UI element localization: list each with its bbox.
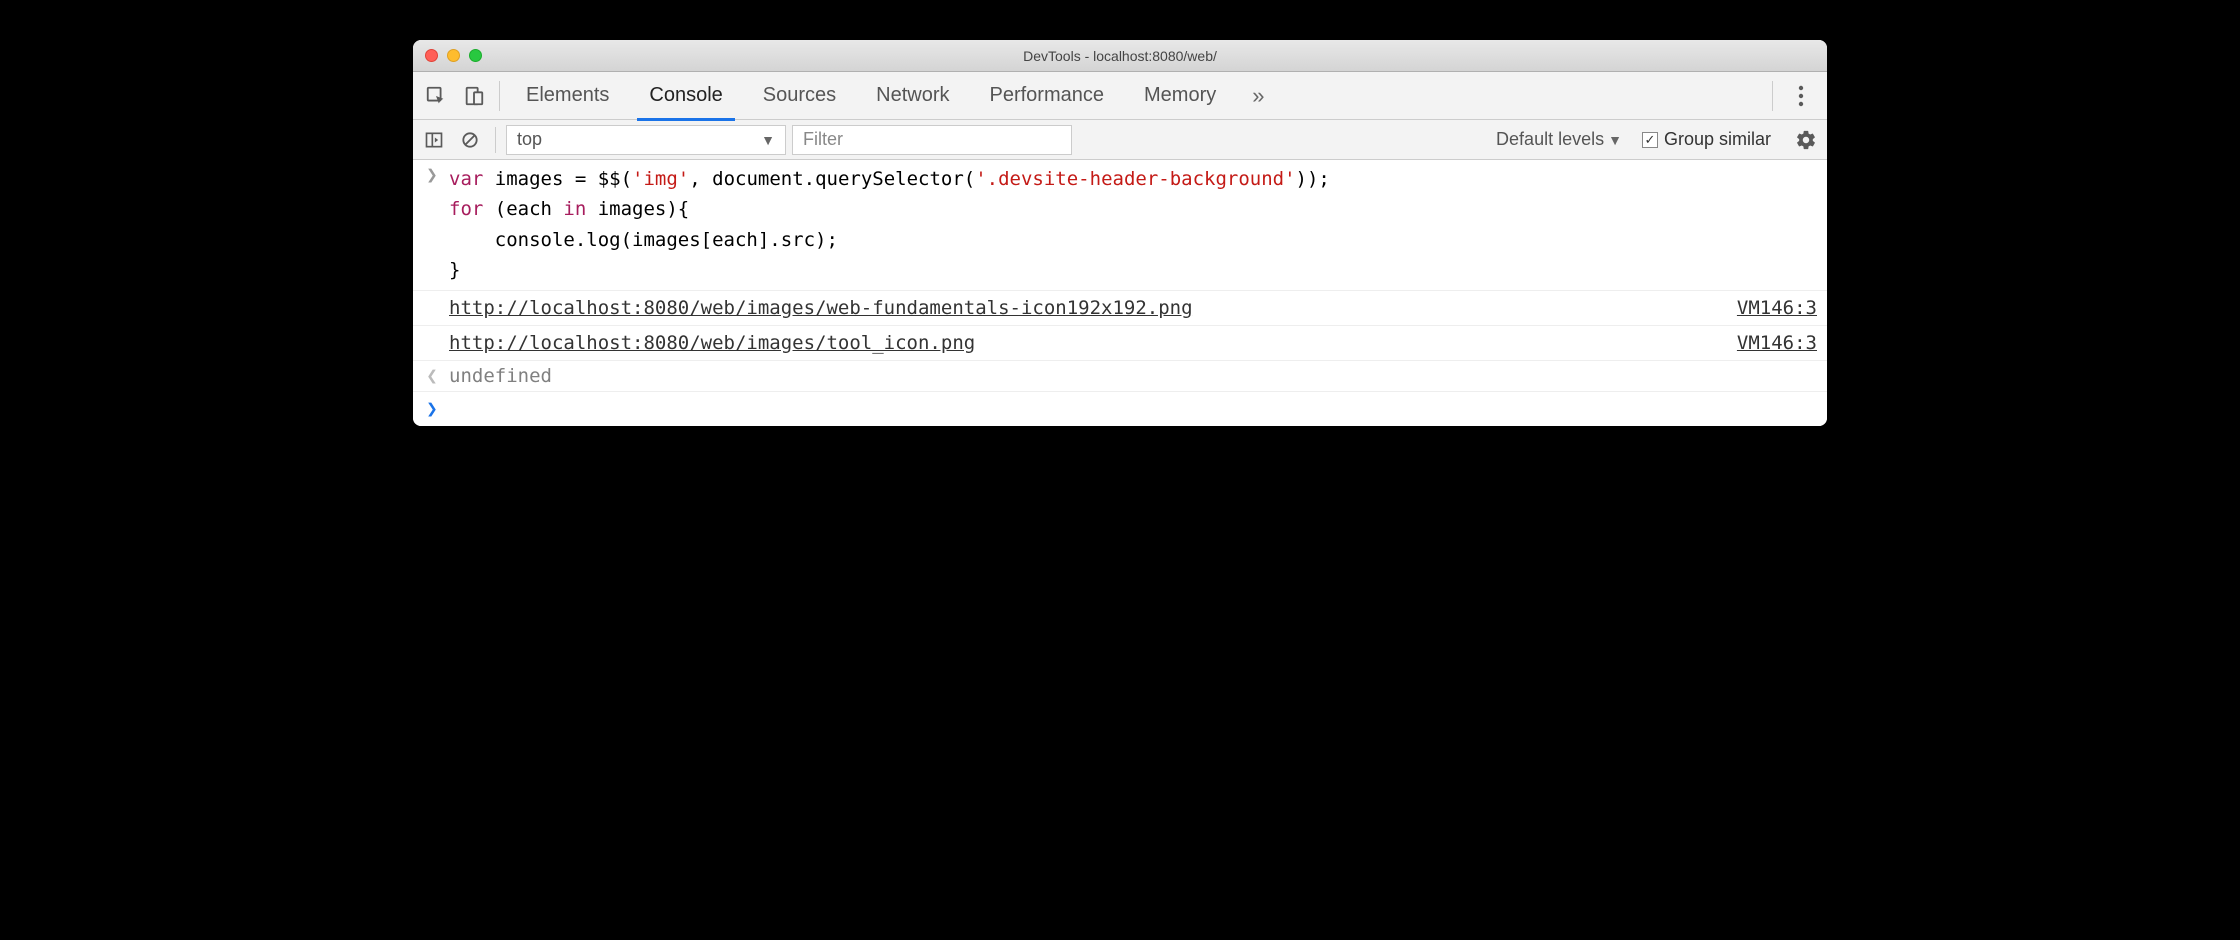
- inspect-element-icon[interactable]: [417, 72, 455, 120]
- separator: [1772, 81, 1773, 111]
- separator: [495, 127, 496, 153]
- log-message[interactable]: http://localhost:8080/web/images/tool_ic…: [449, 332, 975, 354]
- chevron-down-icon: ▼: [1608, 132, 1622, 148]
- log-levels-selector[interactable]: Default levels ▼: [1496, 129, 1622, 150]
- code-content[interactable]: var images = $$('img', document.querySel…: [449, 164, 1817, 286]
- console-input-echo: ❯ var images = $$('img', document.queryS…: [413, 160, 1827, 291]
- maximize-window-button[interactable]: [469, 49, 482, 62]
- tab-memory[interactable]: Memory: [1124, 72, 1236, 120]
- prompt-marker-icon: ❯: [423, 398, 441, 420]
- tab-console[interactable]: Console: [629, 72, 742, 120]
- titlebar: DevTools - localhost:8080/web/: [413, 40, 1827, 72]
- group-similar-checkbox[interactable]: ✓ Group similar: [1642, 129, 1771, 150]
- tab-label: Memory: [1144, 84, 1216, 107]
- return-value: undefined: [449, 365, 552, 387]
- console-log-row: http://localhost:8080/web/images/tool_ic…: [413, 326, 1827, 361]
- devtools-window: DevTools - localhost:8080/web/ Elements …: [413, 40, 1827, 426]
- tab-label: Console: [649, 84, 722, 107]
- output-marker-icon: ❮: [423, 365, 441, 387]
- console-prompt-row[interactable]: ❯: [413, 392, 1827, 426]
- chevron-down-icon: ▼: [761, 132, 775, 148]
- tab-label: Elements: [526, 84, 609, 107]
- input-marker-icon: ❯: [423, 164, 441, 186]
- checkbox-icon: ✓: [1642, 132, 1658, 148]
- log-message[interactable]: http://localhost:8080/web/images/web-fun…: [449, 297, 1193, 319]
- filter-input[interactable]: [792, 125, 1072, 155]
- console-output: ❯ var images = $$('img', document.queryS…: [413, 160, 1827, 426]
- execution-context-selector[interactable]: top ▼: [506, 125, 786, 155]
- console-return-row: ❮ undefined: [413, 361, 1827, 392]
- main-toolbar: Elements Console Sources Network Perform…: [413, 72, 1827, 120]
- more-tabs-button[interactable]: »: [1236, 72, 1280, 120]
- traffic-lights: [413, 49, 482, 62]
- log-source-link[interactable]: VM146:3: [1737, 332, 1817, 354]
- log-source-link[interactable]: VM146:3: [1737, 297, 1817, 319]
- device-toggle-icon[interactable]: [455, 72, 493, 120]
- tab-sources[interactable]: Sources: [743, 72, 856, 120]
- tab-network[interactable]: Network: [856, 72, 969, 120]
- clear-console-icon[interactable]: [455, 125, 485, 155]
- tab-performance[interactable]: Performance: [970, 72, 1125, 120]
- tab-label: Performance: [990, 84, 1105, 107]
- levels-label: Default levels: [1496, 129, 1604, 150]
- close-window-button[interactable]: [425, 49, 438, 62]
- tab-label: Sources: [763, 84, 836, 107]
- tab-elements[interactable]: Elements: [506, 72, 629, 120]
- settings-menu-button[interactable]: [1779, 85, 1823, 107]
- minimize-window-button[interactable]: [447, 49, 460, 62]
- context-label: top: [517, 129, 542, 150]
- window-title: DevTools - localhost:8080/web/: [413, 48, 1827, 64]
- panel-tabs: Elements Console Sources Network Perform…: [506, 72, 1766, 120]
- console-toolbar: top ▼ Default levels ▼ ✓ Group similar: [413, 120, 1827, 160]
- console-log-row: http://localhost:8080/web/images/web-fun…: [413, 291, 1827, 326]
- checkbox-label: Group similar: [1664, 129, 1771, 150]
- tab-label: Network: [876, 84, 949, 107]
- console-settings-icon[interactable]: [1791, 125, 1821, 155]
- separator: [499, 81, 500, 111]
- toggle-sidebar-icon[interactable]: [419, 125, 449, 155]
